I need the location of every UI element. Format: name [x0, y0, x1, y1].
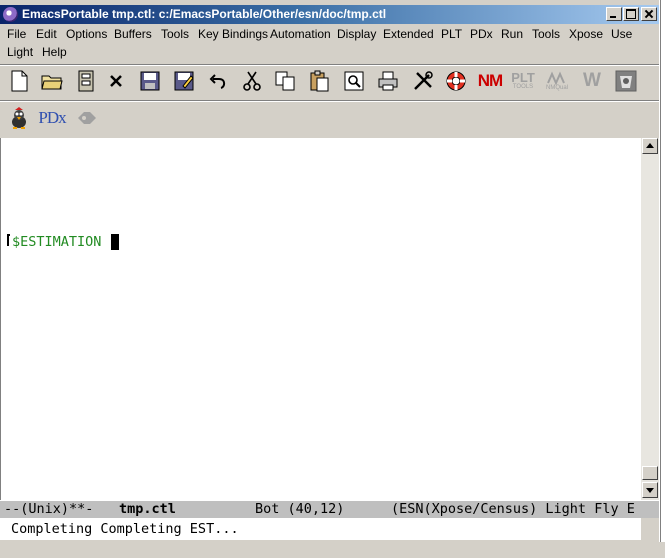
- minibuffer[interactable]: Completing Completing EST...: [0, 518, 641, 540]
- toolbar: NM PLT TOOLS NMQual W PDx: [0, 64, 665, 136]
- cut-icon[interactable]: [240, 69, 264, 93]
- menu-tools[interactable]: Tools: [161, 27, 189, 41]
- xpose-icon[interactable]: [614, 69, 638, 93]
- menu-extended[interactable]: Extended: [383, 27, 434, 41]
- menu-options[interactable]: Options: [66, 27, 107, 41]
- menu-use[interactable]: Use: [611, 27, 632, 41]
- paste-icon[interactable]: [307, 69, 331, 93]
- close-x-icon[interactable]: [104, 69, 128, 93]
- esn-bird-icon[interactable]: [7, 106, 31, 130]
- modeline-modes[interactable]: (ESN(Xpose/Census) Light Fly E: [391, 501, 635, 518]
- title-bar: EmacsPortable tmp.ctl: c:/EmacsPortable/…: [0, 5, 660, 24]
- editor-area[interactable]: $ESTIMATION: [0, 138, 641, 500]
- nmqual-icon[interactable]: NMQual: [545, 69, 569, 93]
- save-icon[interactable]: [138, 69, 162, 93]
- plt-label: PLT: [511, 69, 535, 85]
- code-line: $ESTIMATION: [12, 234, 120, 250]
- save-as-icon[interactable]: [172, 69, 196, 93]
- text-cursor: [111, 234, 120, 250]
- undo-icon[interactable]: [206, 69, 230, 93]
- maximize-button[interactable]: [623, 7, 639, 21]
- close-button[interactable]: [641, 7, 657, 21]
- w-icon[interactable]: W: [580, 69, 604, 93]
- menu-display[interactable]: Display: [337, 27, 376, 41]
- scroll-down-icon[interactable]: [642, 482, 658, 498]
- menu-edit[interactable]: Edit: [36, 27, 57, 41]
- nmqual-label: NMQual: [545, 84, 568, 91]
- estimation-keyword: $ESTIMATION: [12, 234, 102, 250]
- menu-xpose[interactable]: Xpose: [569, 27, 603, 41]
- pdx-icon[interactable]: PDx: [38, 106, 66, 130]
- open-folder-icon[interactable]: [40, 69, 64, 93]
- menu-run[interactable]: Run: [501, 27, 523, 41]
- left-fringe: [1, 138, 9, 500]
- nm-label: NM: [477, 71, 503, 90]
- plt-sub-label: TOOLS: [512, 83, 534, 90]
- w-label: W: [583, 70, 601, 91]
- nm-icon[interactable]: NM: [477, 69, 503, 93]
- modeline-position: Bot (40,12): [255, 501, 345, 517]
- search-icon[interactable]: [342, 69, 366, 93]
- menu-buffers[interactable]: Buffers: [114, 27, 152, 41]
- window-right-border: [660, 0, 661, 542]
- print-icon[interactable]: [376, 69, 400, 93]
- scroll-up-icon[interactable]: [642, 138, 658, 154]
- tools-icon[interactable]: [411, 69, 435, 93]
- plt-tools-icon[interactable]: PLT TOOLS: [511, 69, 535, 93]
- menu-light[interactable]: Light: [7, 45, 33, 59]
- scroll-thumb[interactable]: [642, 466, 658, 480]
- menu-pdx[interactable]: PDx: [470, 27, 493, 41]
- menu-key-bindings[interactable]: Key Bindings: [198, 27, 268, 41]
- minibuffer-text: Completing Completing EST...: [11, 521, 239, 537]
- copy-icon[interactable]: [273, 69, 297, 93]
- menu-automation[interactable]: Automation: [270, 27, 331, 41]
- mode-line: --(Unix)**- tmp.ctl Bot (40,12) (ESN(Xpo…: [0, 500, 665, 518]
- vertical-scrollbar[interactable]: [641, 138, 659, 500]
- window-title: EmacsPortable tmp.ctl: c:/EmacsPortable/…: [22, 7, 387, 21]
- census-icon[interactable]: [75, 106, 99, 130]
- modeline-status: --(Unix)**-: [4, 501, 94, 517]
- pdx-label: PDx: [38, 108, 66, 127]
- fringe-marker: [7, 234, 10, 246]
- menu-bar: File Edit Options Buffers Tools Key Bind…: [0, 25, 665, 63]
- minimize-button[interactable]: [606, 7, 622, 21]
- menu-tools-2[interactable]: Tools: [532, 27, 560, 41]
- menu-help[interactable]: Help: [42, 45, 67, 59]
- help-lifebuoy-icon[interactable]: [444, 69, 468, 93]
- modeline-buffer-name[interactable]: tmp.ctl: [119, 501, 176, 518]
- menu-file[interactable]: File: [7, 27, 26, 41]
- emacs-app-icon[interactable]: [3, 7, 18, 22]
- new-file-icon[interactable]: [7, 69, 31, 93]
- file-cabinet-icon[interactable]: [74, 69, 98, 93]
- menu-plt[interactable]: PLT: [441, 27, 462, 41]
